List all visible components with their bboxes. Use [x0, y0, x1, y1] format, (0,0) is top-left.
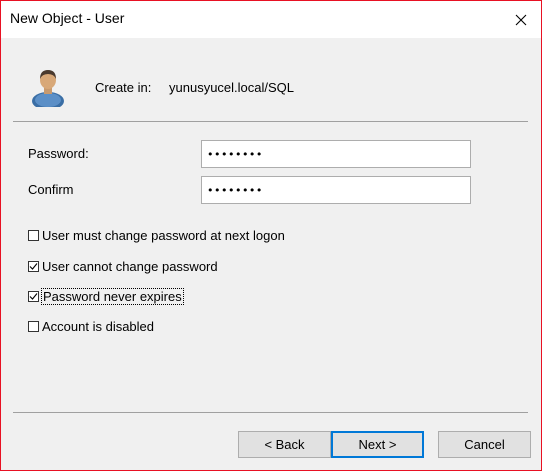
- option-label: Password never expires: [41, 287, 184, 305]
- option-label: Account is disabled: [42, 318, 155, 334]
- option-password-never-expires[interactable]: Password never expires: [28, 287, 184, 305]
- checkmark-icon: [29, 292, 38, 300]
- create-in-path: yunusyucel.local/SQL: [169, 80, 295, 95]
- cancel-button[interactable]: Cancel: [438, 431, 531, 458]
- back-button[interactable]: < Back: [238, 431, 331, 458]
- option-label: User must change password at next logon: [42, 227, 285, 243]
- option-account-disabled[interactable]: Account is disabled: [28, 318, 154, 334]
- user-icon: [32, 70, 64, 107]
- create-in-label: Create in:: [95, 80, 152, 95]
- checkbox-password-never-expires[interactable]: [28, 290, 39, 302]
- password-field[interactable]: [201, 140, 471, 168]
- separator-top: [13, 121, 528, 122]
- confirm-password-field[interactable]: [201, 176, 471, 204]
- new-object-user-dialog: New Object - User Create in: yunusyucel.…: [0, 0, 542, 471]
- password-label: Password:: [28, 146, 89, 161]
- option-cannot-change-password[interactable]: User cannot change password: [28, 258, 218, 274]
- option-label: User cannot change password: [42, 258, 218, 274]
- separator-bottom: [13, 412, 528, 413]
- close-button[interactable]: [501, 1, 541, 38]
- option-must-change-password[interactable]: User must change password at next logon: [28, 227, 285, 243]
- checkbox-must-change-password[interactable]: [28, 229, 39, 241]
- checkbox-cannot-change-password[interactable]: [28, 260, 39, 272]
- window-title: New Object - User: [10, 10, 125, 26]
- checkmark-icon: [29, 262, 38, 270]
- checkbox-account-disabled[interactable]: [28, 320, 39, 332]
- confirm-label: Confirm: [28, 182, 74, 197]
- close-icon: [515, 14, 527, 25]
- next-button[interactable]: Next >: [331, 431, 424, 458]
- title-bar[interactable]: New Object - User: [1, 1, 541, 38]
